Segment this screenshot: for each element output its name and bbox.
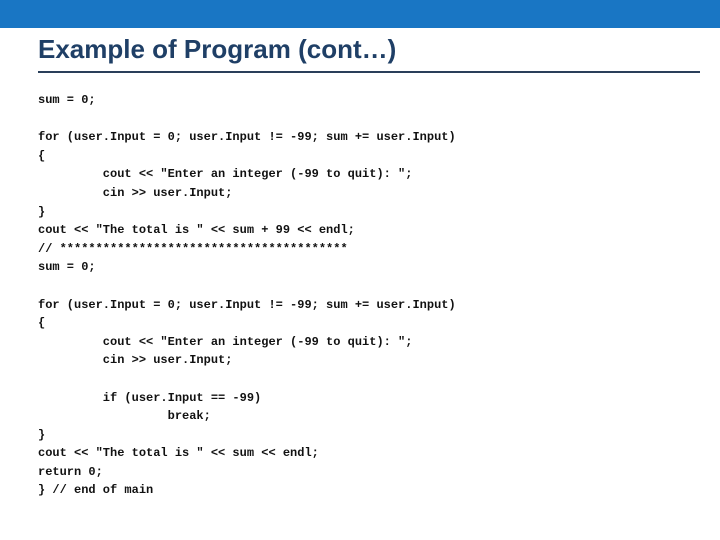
slide-content: Example of Program (cont…) sum = 0; for …	[38, 28, 700, 500]
code-block: sum = 0; for (user.Input = 0; user.Input…	[38, 91, 700, 500]
slide-top-bar	[0, 0, 720, 28]
slide-title: Example of Program (cont…)	[38, 28, 700, 73]
